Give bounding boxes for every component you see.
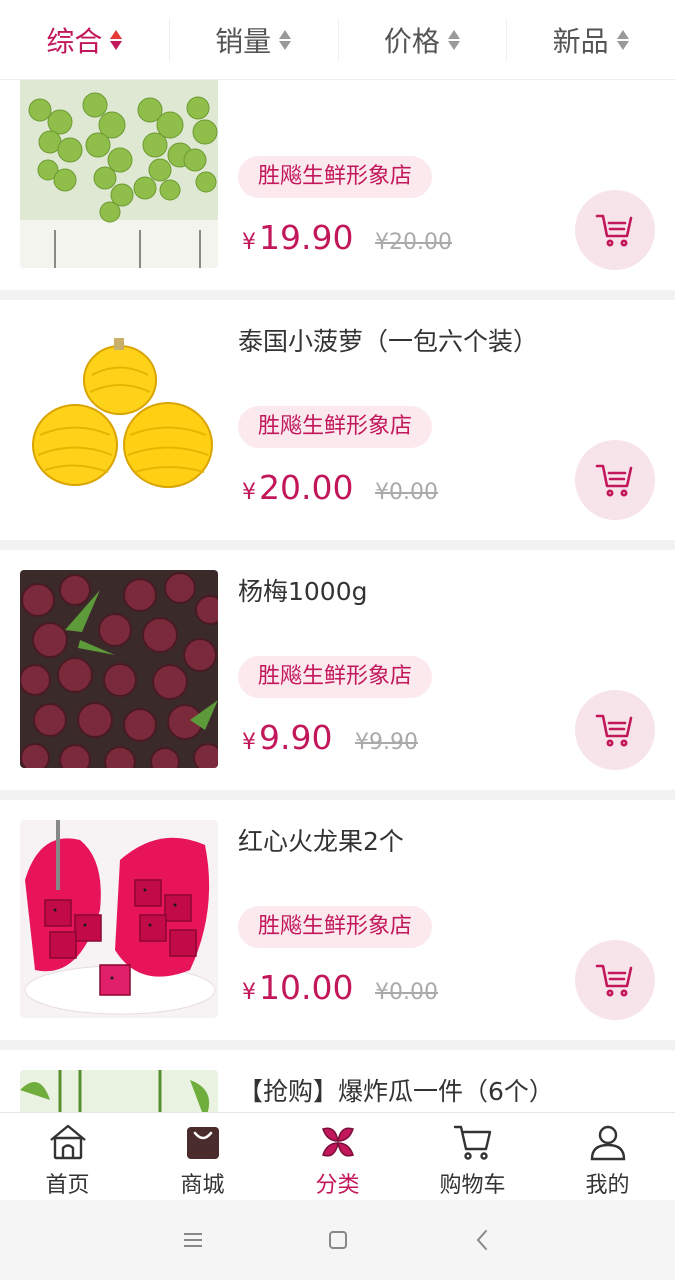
sort-label: 价格	[383, 24, 440, 58]
product-card[interactable]: 胜飚生鲜形象店 ¥ 19.90 ¥20.00	[0, 80, 675, 290]
product-title[interactable]: 泰国小菠萝（一包六个装）	[238, 322, 538, 358]
original-price: ¥0.00	[375, 980, 438, 1005]
sort-sales[interactable]: 销量	[168, 0, 338, 79]
bottom-navigation: 首页 商城 分类 购物车 我的	[0, 1112, 675, 1200]
product-image-bayberries[interactable]	[20, 570, 218, 768]
store-tag: 胜飚生鲜形象店	[238, 406, 433, 448]
product-card[interactable]: 杨梅1000g 胜飚生鲜形象店 ¥ 9.90 ¥9.90	[0, 550, 675, 790]
product-price: ¥ 20.00	[242, 468, 354, 507]
product-list[interactable]: 胜飚生鲜形象店 ¥ 19.90 ¥20.00 泰国小菠萝（一包六个装） 胜飚生鲜…	[0, 80, 675, 1112]
sort-arrows-icon	[616, 29, 629, 50]
sort-label: 销量	[215, 24, 272, 58]
nav-cart[interactable]: 购物车	[405, 1113, 540, 1200]
product-title[interactable]: 【抢购】爆炸瓜一件（6个）	[238, 1072, 554, 1108]
nav-label: 分类	[315, 1173, 360, 1198]
sort-label: 综合	[46, 24, 103, 58]
sort-label: 新品	[552, 24, 609, 58]
product-title[interactable]: 红心火龙果2个	[238, 822, 404, 858]
product-price: ¥ 10.00	[242, 968, 354, 1007]
product-title[interactable]: 杨梅1000g	[238, 572, 368, 608]
nav-label: 首页	[45, 1173, 90, 1198]
cart-icon	[595, 714, 633, 747]
user-icon	[590, 1125, 625, 1161]
nav-profile[interactable]: 我的	[540, 1113, 675, 1200]
add-to-cart-button[interactable]	[575, 190, 655, 270]
product-card[interactable]: 【抢购】爆炸瓜一件（6个）	[0, 1050, 675, 1112]
original-price: ¥20.00	[375, 230, 452, 255]
add-to-cart-button[interactable]	[575, 940, 655, 1020]
menu-icon[interactable]	[179, 1226, 207, 1254]
cart-icon	[595, 464, 633, 497]
store-tag: 胜飚生鲜形象店	[238, 906, 433, 948]
store-tag: 胜飚生鲜形象店	[238, 656, 433, 698]
product-card[interactable]: 泰国小菠萝（一包六个装） 胜飚生鲜形象店 ¥ 20.00 ¥0.00	[0, 300, 675, 540]
nav-label: 购物车	[439, 1173, 506, 1198]
back-icon[interactable]	[469, 1226, 497, 1254]
original-price: ¥9.90	[355, 730, 418, 755]
sort-new[interactable]: 新品	[506, 0, 675, 79]
original-price: ¥0.00	[375, 480, 438, 505]
product-image-watermelon[interactable]	[20, 1070, 218, 1112]
product-image-dragon-fruit[interactable]	[20, 820, 218, 1018]
add-to-cart-button[interactable]	[575, 440, 655, 520]
cart-icon	[595, 214, 633, 247]
sort-comprehensive[interactable]: 综合	[0, 0, 169, 79]
nav-label: 商城	[180, 1173, 225, 1198]
product-price: ¥ 19.90	[242, 218, 354, 257]
nav-label: 我的	[585, 1173, 630, 1198]
sort-bar: 综合 销量 价格 新品	[0, 0, 675, 80]
nav-mall[interactable]: 商城	[135, 1113, 270, 1200]
home-icon	[49, 1124, 86, 1160]
category-icon	[321, 1127, 354, 1157]
nav-category[interactable]: 分类	[270, 1113, 405, 1200]
system-navigation-bar	[0, 1200, 675, 1280]
sort-arrows-icon	[279, 29, 292, 50]
product-price: ¥ 9.90	[242, 718, 333, 757]
product-card[interactable]: 红心火龙果2个 胜飚生鲜形象店 ¥ 10.00 ¥0.00	[0, 800, 675, 1040]
store-tag: 胜飚生鲜形象店	[238, 156, 433, 198]
cart-icon	[453, 1125, 491, 1160]
sort-price[interactable]: 价格	[337, 0, 507, 79]
nav-home[interactable]: 首页	[0, 1113, 135, 1200]
sort-arrows-icon	[447, 29, 460, 50]
cart-icon	[595, 964, 633, 997]
product-image-green-grapes[interactable]	[20, 80, 218, 268]
add-to-cart-button[interactable]	[575, 690, 655, 770]
shopping-bag-icon	[186, 1127, 219, 1159]
product-image-pineapples[interactable]	[20, 320, 218, 518]
sort-arrows-icon	[110, 29, 123, 50]
home-square-icon[interactable]	[324, 1226, 352, 1254]
